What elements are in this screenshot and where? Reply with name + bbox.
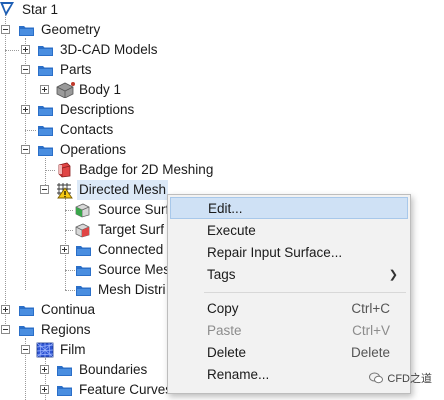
target-surface-icon [75, 223, 90, 238]
menu-item-label: Tags [207, 266, 236, 282]
menu-item-label: Delete [207, 344, 247, 360]
tree-label: Descriptions [60, 102, 135, 117]
folder-icon [38, 105, 53, 116]
tree-label: Film [60, 342, 86, 357]
badge-operation-icon [58, 162, 71, 178]
folder-icon [76, 285, 91, 296]
folder-icon [19, 325, 34, 336]
tree-label: Directed Mesh [77, 180, 169, 200]
tree-label: Contacts [60, 122, 114, 137]
menu-item-label: Execute [207, 222, 256, 238]
menu-item-execute[interactable]: Execute [170, 219, 408, 241]
tree-label: Source Mes [98, 262, 171, 277]
tree-item-operations[interactable]: Operations [0, 140, 444, 160]
submenu-arrow-icon: ❯ [388, 269, 398, 281]
tree-label: Mesh Distri [98, 282, 166, 297]
menu-item-shortcut: Ctrl+V [352, 322, 390, 338]
menu-separator [204, 292, 406, 293]
menu-item-shortcut: Delete [350, 344, 390, 360]
context-menu: Edit... Execute Repair Input Surface... … [167, 194, 411, 394]
tree-item-3d-cad-models[interactable]: 3D-CAD Models [0, 40, 444, 60]
watermark: CFD之道 [369, 370, 432, 386]
tree-label: Target Surf [98, 222, 165, 237]
menu-item-paste[interactable]: Paste Ctrl+V [170, 319, 408, 341]
tree-label: Star 1 [22, 2, 59, 17]
tree-label: Regions [41, 322, 91, 337]
region-mesh-icon [36, 342, 54, 358]
collapse-toggle[interactable] [1, 325, 10, 334]
menu-item-label: Edit... [208, 200, 243, 216]
tree-label: Feature Curves [79, 382, 173, 397]
tree-label: Parts [60, 62, 92, 77]
tree-item-descriptions[interactable]: Descriptions [0, 100, 444, 120]
folder-icon [38, 145, 53, 156]
tree-item-contacts[interactable]: Contacts [0, 120, 444, 140]
expand-toggle[interactable] [40, 385, 49, 394]
collapse-toggle[interactable] [1, 25, 10, 34]
tree-item-badge-2d-meshing[interactable]: Badge for 2D Meshing [0, 160, 444, 180]
tree-label: Geometry [41, 22, 101, 37]
menu-item-repair-input-surface[interactable]: Repair Input Surface... [170, 241, 408, 263]
folder-icon [19, 25, 34, 36]
collapse-toggle[interactable] [21, 145, 30, 154]
expand-toggle[interactable] [21, 105, 30, 114]
expand-toggle[interactable] [1, 305, 10, 314]
folder-icon [38, 45, 53, 56]
menu-item-edit[interactable]: Edit... [170, 197, 408, 219]
source-surface-icon [75, 203, 90, 218]
tree-label: Boundaries [79, 362, 148, 377]
tree-item-parts[interactable]: Parts [0, 60, 444, 80]
expand-toggle[interactable] [40, 85, 49, 94]
folder-icon [57, 365, 72, 376]
body-part-icon [56, 82, 75, 98]
tree-label: Body 1 [79, 82, 122, 97]
collapse-toggle[interactable] [21, 65, 30, 74]
wechat-icon [369, 372, 384, 384]
expand-toggle[interactable] [60, 245, 69, 254]
tree-label: Source Surf [98, 202, 170, 217]
tree-item-root[interactable]: Star 1 [0, 0, 444, 20]
tree-label: 3D-CAD Models [60, 42, 158, 57]
watermark-text: CFD之道 [387, 373, 432, 385]
menu-item-copy[interactable]: Copy Ctrl+C [170, 297, 408, 319]
expand-toggle[interactable] [21, 45, 30, 54]
tree-label: Operations [60, 142, 127, 157]
directed-mesh-warning-icon [57, 183, 73, 199]
menu-item-shortcut: Ctrl+C [351, 300, 390, 316]
collapse-toggle[interactable] [21, 345, 30, 354]
folder-icon [57, 385, 72, 396]
tree-item-body-1[interactable]: Body 1 [0, 80, 444, 100]
collapse-toggle[interactable] [40, 185, 49, 194]
menu-item-label: Paste [207, 322, 242, 338]
menu-item-label: Repair Input Surface... [207, 244, 343, 260]
folder-icon [76, 245, 91, 256]
star-icon [0, 2, 14, 16]
menu-item-tags[interactable]: Tags ❯ [170, 263, 408, 285]
tree-item-geometry[interactable]: Geometry [0, 20, 444, 40]
tree-label: Connected [98, 242, 164, 257]
menu-item-label: Copy [207, 300, 239, 316]
expand-toggle[interactable] [40, 365, 49, 374]
menu-item-label: Rename... [207, 366, 270, 382]
menu-item-delete[interactable]: Delete Delete [170, 341, 408, 363]
folder-icon [19, 305, 34, 316]
folder-icon [76, 265, 91, 276]
tree-label: Continua [41, 302, 96, 317]
folder-icon [38, 125, 53, 136]
folder-icon [38, 65, 53, 76]
tree-label: Badge for 2D Meshing [79, 162, 214, 177]
